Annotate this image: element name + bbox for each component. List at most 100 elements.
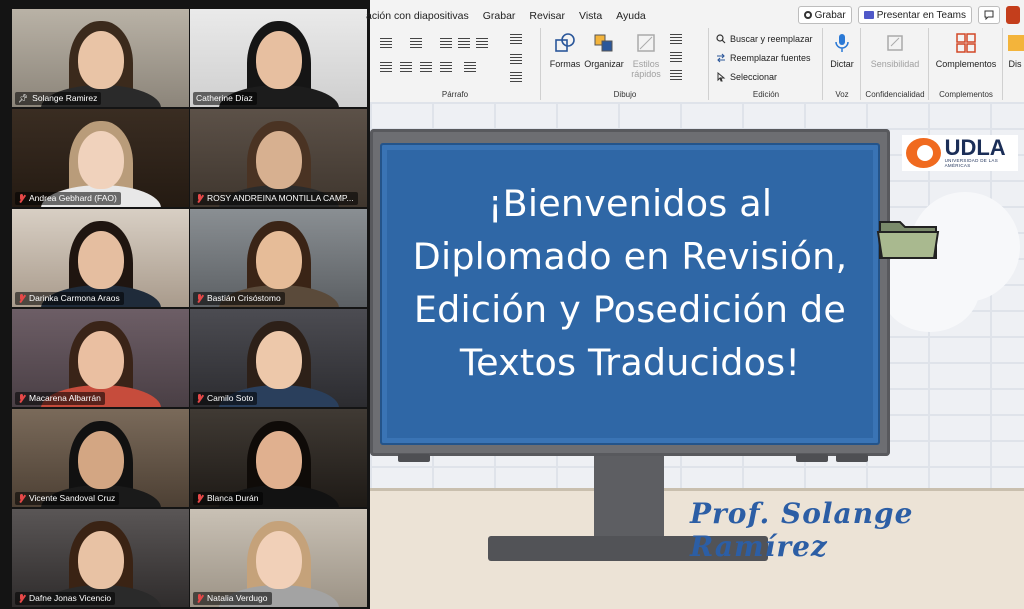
participant-name-label: 📌︎ Solange Ramirez bbox=[15, 92, 102, 105]
select-button[interactable]: Seleccionar bbox=[716, 72, 777, 82]
increase-indent-button[interactable] bbox=[458, 38, 470, 48]
group-addins: Complementos Complementos bbox=[930, 28, 1003, 100]
professor-name: Prof. Solange Ramírez bbox=[690, 497, 914, 563]
arrange-icon bbox=[594, 34, 613, 52]
muted-mic-icon bbox=[18, 194, 25, 203]
participant-name: Vicente Sandoval Cruz bbox=[29, 493, 116, 503]
designer-button[interactable]: Dis bbox=[1006, 32, 1024, 69]
participant-tile[interactable]: Vicente Sandoval Cruz bbox=[12, 409, 189, 507]
addins-grid-icon bbox=[956, 33, 976, 53]
participant-face bbox=[77, 231, 124, 289]
addins-button[interactable]: Complementos bbox=[932, 32, 1000, 69]
participant-tile[interactable]: Bastián Crisóstomo bbox=[190, 209, 367, 307]
justify-icon bbox=[440, 62, 452, 72]
find-replace-button[interactable]: Buscar y reemplazar bbox=[716, 34, 813, 44]
menu-bar: ación con diapositivas Grabar Revisar Vi… bbox=[366, 5, 1024, 27]
participant-face bbox=[255, 231, 302, 289]
addins-label: Complementos bbox=[935, 59, 997, 69]
align-right-icon bbox=[420, 62, 432, 72]
participant-name: Macarena Albarrán bbox=[29, 393, 101, 403]
group-label-voice: Voz bbox=[835, 90, 849, 99]
participant-name: Blanca Durán bbox=[207, 493, 259, 503]
monitor-foot bbox=[398, 454, 430, 462]
replace-fonts-button[interactable]: Reemplazar fuentes bbox=[716, 53, 811, 63]
participant-name-label: Vicente Sandoval Cruz bbox=[15, 492, 120, 505]
participant-name: Bastián Crisóstomo bbox=[207, 293, 281, 303]
shapes-icon bbox=[555, 33, 575, 52]
quick-styles-button[interactable]: Estilos rápidos bbox=[626, 32, 666, 79]
designer-icon bbox=[1008, 35, 1024, 51]
monitor-foot bbox=[796, 454, 828, 462]
sensitivity-button[interactable]: Sensibilidad bbox=[864, 32, 926, 69]
align-right-button[interactable] bbox=[420, 62, 432, 72]
participant-tile[interactable]: Macarena Albarrán bbox=[12, 309, 189, 407]
menu-help[interactable]: Ayuda bbox=[616, 10, 646, 22]
muted-mic-icon bbox=[18, 394, 25, 403]
decrease-indent-button[interactable] bbox=[440, 38, 452, 48]
dictate-button[interactable]: Dictar bbox=[826, 32, 858, 69]
participant-face bbox=[77, 431, 124, 489]
comments-button[interactable] bbox=[978, 6, 1000, 24]
participant-name: Natalia Verdugo bbox=[207, 593, 268, 603]
bullets-button[interactable] bbox=[380, 38, 392, 48]
participant-tile[interactable]: Darinka Carmona Araos bbox=[12, 209, 189, 307]
participant-name-label: Macarena Albarrán bbox=[15, 392, 105, 405]
cursor-icon bbox=[717, 72, 726, 82]
arrange-button[interactable]: Organizar bbox=[584, 32, 624, 69]
participant-tile[interactable]: Camilo Soto bbox=[190, 309, 367, 407]
justify-button[interactable] bbox=[440, 62, 452, 72]
participant-tile[interactable]: 📌︎ Solange Ramirez bbox=[12, 9, 189, 107]
smartart-button[interactable] bbox=[510, 72, 522, 82]
menu-view[interactable]: Vista bbox=[579, 10, 602, 22]
participant-tile[interactable]: Andrea Gebhard (FAO) bbox=[12, 109, 189, 207]
ribbon-tools: Párrafo Formas Organizar Estilos rápidos… bbox=[370, 28, 1024, 101]
participant-face bbox=[255, 31, 302, 89]
menu-slideshow[interactable]: ación con diapositivas bbox=[366, 10, 469, 22]
record-label: Grabar bbox=[814, 9, 846, 21]
sensitivity-icon bbox=[887, 35, 903, 51]
line-spacing-button[interactable] bbox=[476, 38, 488, 48]
participant-name: Catherine Díaz bbox=[196, 93, 253, 103]
search-icon bbox=[716, 34, 726, 44]
participant-tile[interactable]: Blanca Durán bbox=[190, 409, 367, 507]
decrease-indent-icon bbox=[440, 38, 452, 48]
participant-face bbox=[255, 431, 302, 489]
present-teams-button[interactable]: Presentar en Teams bbox=[857, 6, 972, 24]
participant-face bbox=[255, 131, 302, 189]
shape-fill-button[interactable] bbox=[670, 34, 682, 44]
menu-review[interactable]: Revisar bbox=[529, 10, 565, 22]
columns-button[interactable] bbox=[464, 62, 476, 72]
participant-tile[interactable]: Natalia Verdugo bbox=[190, 509, 367, 607]
menu-record[interactable]: Grabar bbox=[483, 10, 516, 22]
quick-styles-label: Estilos rápidos bbox=[631, 59, 661, 79]
share-button[interactable] bbox=[1006, 6, 1020, 24]
line-spacing-icon bbox=[476, 38, 488, 48]
select-label: Seleccionar bbox=[730, 72, 778, 82]
shapes-button[interactable]: Formas bbox=[548, 32, 582, 69]
participant-tile[interactable]: Catherine Díaz bbox=[190, 9, 367, 107]
pin-icon: 📌︎ bbox=[18, 94, 29, 103]
align-text-icon bbox=[510, 54, 522, 64]
text-direction-button[interactable] bbox=[510, 34, 522, 44]
record-button[interactable]: Grabar bbox=[797, 6, 852, 24]
shape-effects-button[interactable] bbox=[670, 70, 682, 80]
shape-outline-button[interactable] bbox=[670, 52, 682, 62]
participant-tile[interactable]: Dafne Jonas Vicencio bbox=[12, 509, 189, 607]
microphone-icon bbox=[835, 34, 849, 52]
participant-name-label: ROSY ANDREINA MONTILLA CAMP... bbox=[193, 192, 358, 205]
align-text-button[interactable] bbox=[510, 54, 522, 64]
group-label-drawing: Dibujo bbox=[613, 90, 637, 99]
participant-tile[interactable]: ROSY ANDREINA MONTILLA CAMP... bbox=[190, 109, 367, 207]
present-teams-label: Presentar en Teams bbox=[876, 9, 966, 21]
columns-icon bbox=[464, 62, 476, 72]
slide-title: ¡Bienvenidos al Diplomado en Revisión, E… bbox=[412, 182, 848, 384]
muted-mic-icon bbox=[196, 294, 203, 303]
align-left-button[interactable] bbox=[380, 62, 392, 72]
group-editing: Buscar y reemplazar Reemplazar fuentes S… bbox=[710, 28, 823, 100]
align-center-button[interactable] bbox=[400, 62, 412, 72]
teams-icon bbox=[863, 11, 874, 19]
participant-name: Andrea Gebhard (FAO) bbox=[29, 193, 117, 203]
numbering-button[interactable] bbox=[410, 38, 422, 48]
monitor-foot bbox=[836, 454, 868, 462]
group-label-sensitivity: Confidencialidad bbox=[865, 90, 925, 99]
